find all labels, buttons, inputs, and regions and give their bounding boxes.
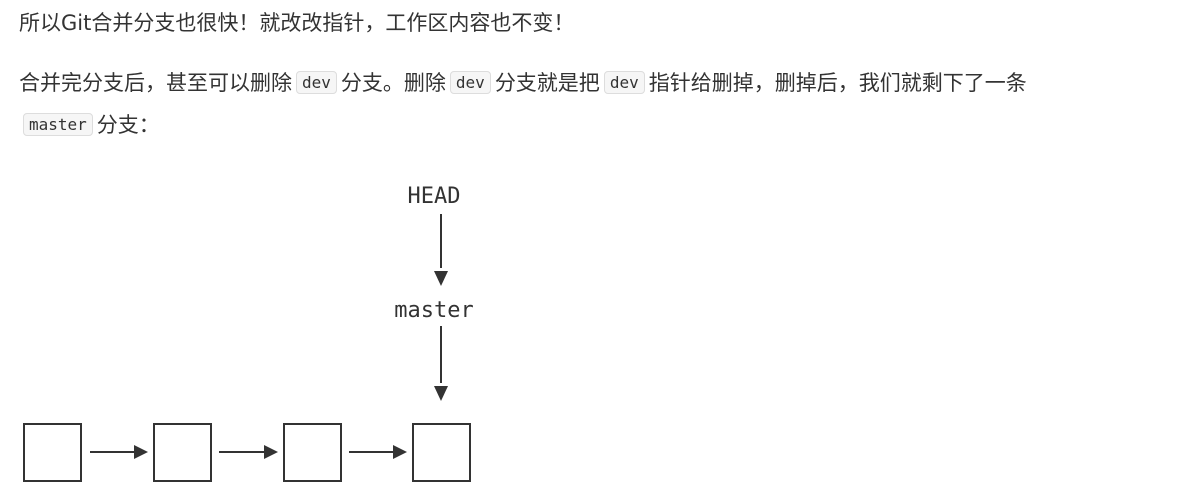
paragraph-text-5: 分支： [96, 113, 160, 137]
commit-link-2-arrowhead [264, 445, 278, 459]
paragraph-git-merge-fast: 所以Git合并分支也很快！就改改指针，工作区内容也不变！ [19, 3, 574, 44]
inline-code-dev: dev [449, 71, 491, 94]
commit-link-3-arrowhead [393, 445, 407, 459]
paragraph-text-1: 合并完分支后，甚至可以删除 [19, 71, 292, 95]
master-to-commit-arrowhead [434, 386, 448, 401]
paragraph-text-3: 分支就是把 [494, 71, 600, 95]
master-label: master [394, 298, 473, 323]
inline-code-master: master [23, 113, 93, 136]
paragraph-text-2: 分支。删除 [340, 71, 446, 95]
paragraph-delete-dev: 合并完分支后，甚至可以删除 dev 分支。删除 dev 分支就是把 dev 指针给删掉，删掉… [19, 62, 1027, 146]
head-to-master-arrowhead [434, 271, 448, 286]
head-label: HEAD [408, 184, 461, 209]
inline-code-dev: dev [296, 71, 337, 94]
commit-box-3 [283, 423, 342, 482]
commit-link-1-arrowhead [134, 445, 148, 459]
branch-diagram: HEAD master [23, 184, 474, 482]
paragraph-text-4: 指针给删掉，删掉后，我们就剩下了一条 [648, 71, 1027, 95]
inline-code-dev: dev [603, 71, 645, 94]
commit-box-4 [412, 423, 471, 482]
commit-box-2 [153, 423, 212, 482]
paragraph-text: 所以Git合并分支也很快！就改改指针，工作区内容也不变！ [19, 11, 575, 35]
commit-box-1 [23, 423, 82, 482]
